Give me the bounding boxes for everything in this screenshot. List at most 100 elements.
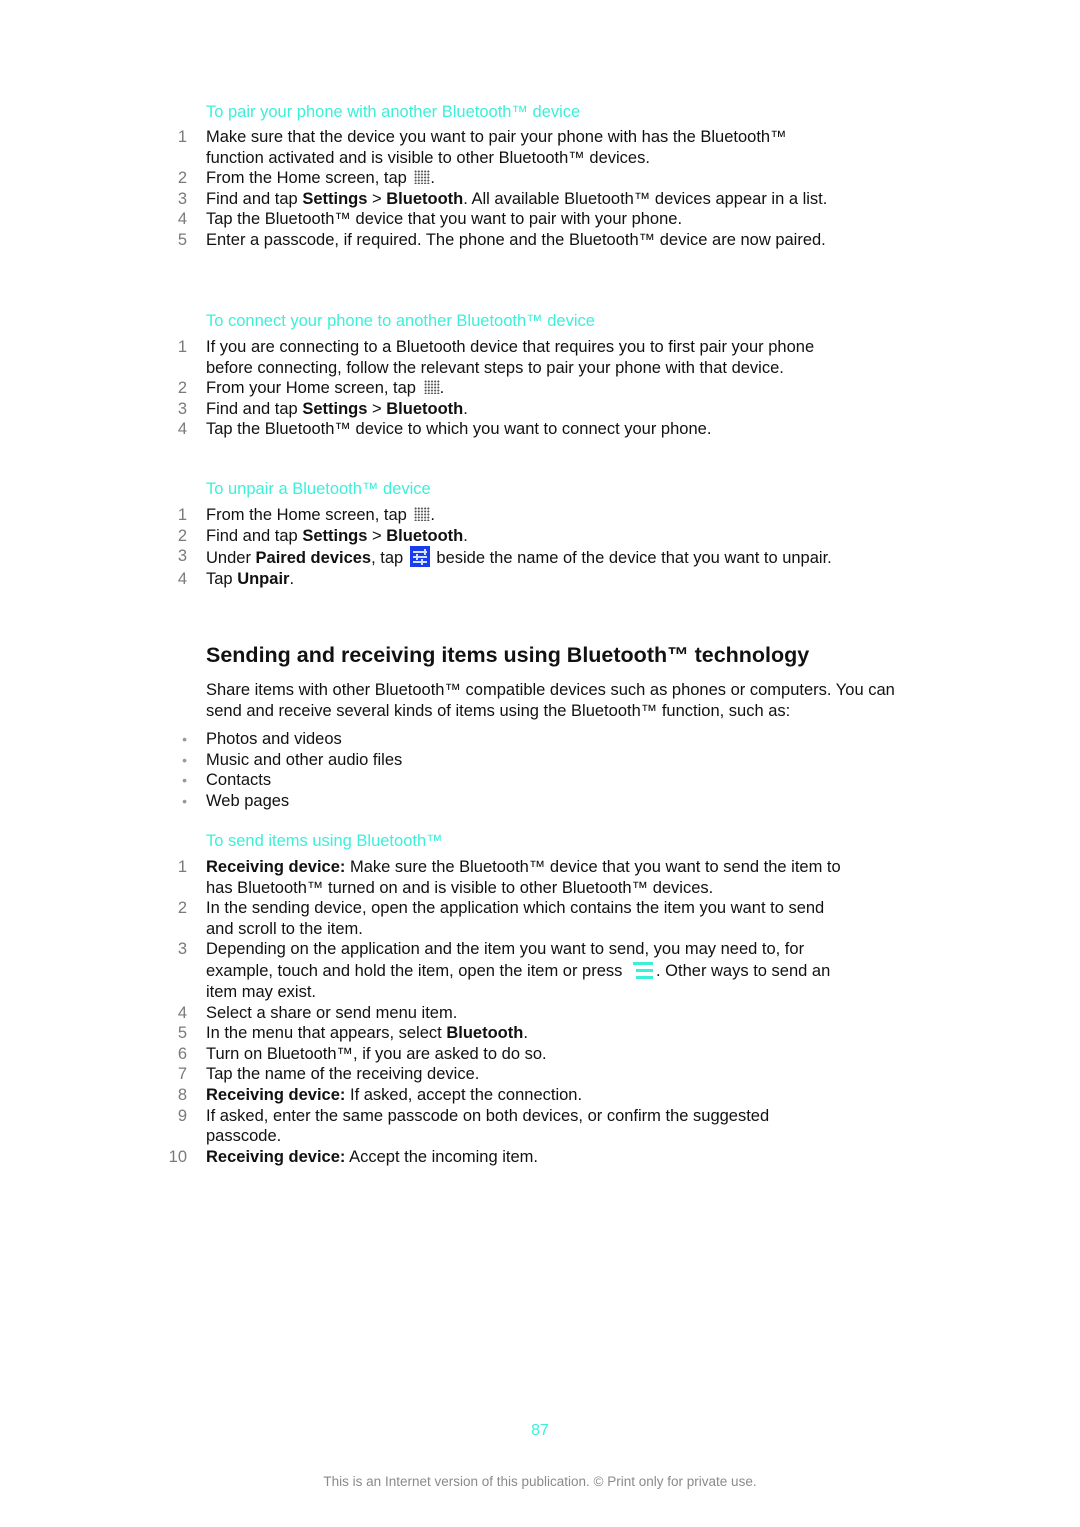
step-text: Under Paired devices, tap beside the nam…: [206, 546, 846, 569]
step-text: From your Home screen, tap .: [206, 378, 846, 399]
step-number: 4: [177, 1003, 187, 1022]
step-number: 4: [177, 210, 187, 229]
step-item: 6 Turn on Bluetooth™, if you are asked to…: [0, 1044, 1080, 1065]
text-run: .: [430, 169, 436, 188]
ui-term: Bluetooth: [386, 399, 464, 418]
text-run: .: [439, 379, 445, 398]
step-number: 6: [177, 1044, 187, 1063]
step-number: 7: [177, 1065, 187, 1084]
step-item: 5 Enter a passcode, if required. The phon…: [0, 230, 1080, 251]
ui-term: Receiving device:: [206, 1085, 346, 1104]
ui-term: Settings: [302, 189, 368, 208]
step-item: 2 In the sending device, open the applica…: [0, 898, 1080, 939]
text-run: Tap the Bluetooth™ device that you want …: [206, 210, 683, 229]
text-run: .: [430, 506, 436, 524]
text-run: Select a share or send menu item.: [206, 1003, 458, 1022]
ui-term: Receiving device:: [206, 1147, 346, 1166]
bullet-icon: •: [182, 731, 187, 747]
text-run: If asked, enter the same passcode on bot…: [206, 1106, 770, 1146]
step-number: 4: [177, 420, 187, 439]
page-number: 87: [531, 1422, 549, 1439]
step-text: Turn on Bluetooth™, if you are asked to …: [206, 1044, 846, 1065]
step-item: 4 Tap Unpair.: [0, 569, 1080, 590]
steps-unpair: 1 From the Home screen, tap . 2 Find and ta…: [0, 505, 1080, 589]
bullet-icon: •: [182, 751, 187, 768]
ui-term: Bluetooth: [446, 1024, 524, 1043]
steps-send: 1 Receiving device: Make sure the Bluetoo…: [0, 857, 1080, 1167]
step-text: Select a share or send menu item.: [206, 1003, 846, 1024]
text-run: Tap the Bluetooth™ device to which you w…: [206, 420, 712, 439]
step-text: Receiving device: If asked, accept the c…: [206, 1085, 846, 1106]
step-number: 2: [177, 379, 187, 398]
step-number: 2: [177, 526, 187, 545]
device-settings-icon: [409, 546, 430, 568]
step-number: 3: [177, 189, 187, 208]
text-run: .: [463, 399, 468, 418]
step-text: If you are connecting to a Bluetooth dev…: [206, 337, 846, 378]
step-item: 4 Select a share or send menu item.: [0, 1003, 1080, 1024]
step-item: 10 Receiving device: Accept the incoming …: [0, 1147, 1080, 1168]
step-number: 8: [177, 1085, 187, 1104]
text-run: Accept the incoming item.: [345, 1147, 539, 1166]
menu-icon: [631, 960, 655, 982]
step-item: 8 Receiving device: If asked, accept the …: [0, 1085, 1080, 1106]
step-text: Find and tap Settings > Bluetooth.: [206, 526, 846, 547]
steps-pair: 1 Make sure that the device you want to p…: [0, 127, 1080, 251]
step-text: From the Home screen, tap .: [206, 505, 846, 526]
text-run: >: [367, 526, 387, 545]
step-text: If asked, enter the same passcode on bot…: [206, 1106, 846, 1147]
subheading-pair: To pair your phone with another Bluetoot…: [206, 103, 581, 121]
text-run: Turn on Bluetooth™, if you are asked to …: [206, 1044, 547, 1063]
step-item: 1 Receiving device: Make sure the Bluetoo…: [0, 857, 1080, 898]
bullet-item: • Contacts: [0, 770, 1080, 791]
text-run: . All available Bluetooth™ devices appea…: [463, 189, 828, 208]
bullet-icon: •: [182, 792, 187, 809]
step-text: Tap Unpair.: [206, 569, 846, 590]
apps-grid-icon: [414, 507, 431, 521]
text-run: >: [367, 399, 387, 418]
step-number: 4: [177, 569, 187, 588]
bullet-item: • Web pages: [0, 791, 1080, 812]
text-run: Find and tap: [206, 399, 303, 418]
ui-term: Settings: [302, 526, 368, 545]
step-number: 2: [177, 899, 187, 918]
bullet-text: Web pages: [206, 791, 290, 810]
text-run: .: [289, 569, 295, 588]
step-number: 1: [177, 338, 187, 356]
step-item: 1 From the Home screen, tap .: [0, 505, 1080, 526]
bullet-icon: •: [182, 772, 187, 789]
text-run: In the sending device, open the applicat…: [206, 899, 825, 938]
ui-term: Bluetooth: [386, 526, 464, 545]
step-number: 9: [177, 1106, 187, 1125]
step-item: 3 Find and tap Settings > Bluetooth. All …: [0, 189, 1080, 210]
text-run: If asked, accept the connection.: [345, 1085, 583, 1104]
step-item: 2 From the Home screen, tap .: [0, 168, 1080, 189]
bullet-item: • Music and other audio files: [0, 750, 1080, 771]
step-text: Tap the Bluetooth™ device to which you w…: [206, 419, 846, 440]
step-text: Tap the name of the receiving device.: [206, 1064, 846, 1085]
step-item: 5 In the menu that appears, select Blueto…: [0, 1023, 1080, 1044]
step-item: 3 Under Paired devices, tap beside the na…: [0, 546, 1080, 569]
step-text: Tap the Bluetooth™ device that you want …: [206, 209, 846, 230]
step-text: Receiving device: Accept the incoming it…: [206, 1147, 846, 1168]
text-run: From the Home screen, tap: [206, 506, 412, 524]
step-number: 1: [177, 128, 187, 146]
ui-term: Paired devices: [255, 549, 372, 568]
step-number: 5: [177, 230, 187, 249]
step-text: In the menu that appears, select Bluetoo…: [206, 1023, 846, 1044]
text-run: Under: [206, 549, 256, 568]
step-text: From the Home screen, tap .: [206, 168, 846, 189]
step-item: 9 If asked, enter the same passcode on bo…: [0, 1106, 1080, 1147]
subheading-send: To send items using Bluetooth™: [206, 832, 443, 850]
text-run: .: [523, 1024, 528, 1043]
step-number: 2: [177, 169, 187, 188]
apps-grid-icon: [423, 380, 440, 395]
step-item: 4 Tap the Bluetooth™ device to which you …: [0, 419, 1080, 440]
step-item: 2 From your Home screen, tap .: [0, 378, 1080, 399]
step-item: 4 Tap the Bluetooth™ device that you want…: [0, 209, 1080, 230]
step-item: 1 If you are connecting to a Bluetooth de…: [0, 337, 1080, 378]
step-text: Find and tap Settings > Bluetooth.: [206, 399, 846, 420]
subheading-unpair: To unpair a Bluetooth™ device: [206, 480, 431, 498]
step-number: 10: [168, 1147, 187, 1166]
steps-connect: 1 If you are connecting to a Bluetooth de…: [0, 337, 1080, 440]
